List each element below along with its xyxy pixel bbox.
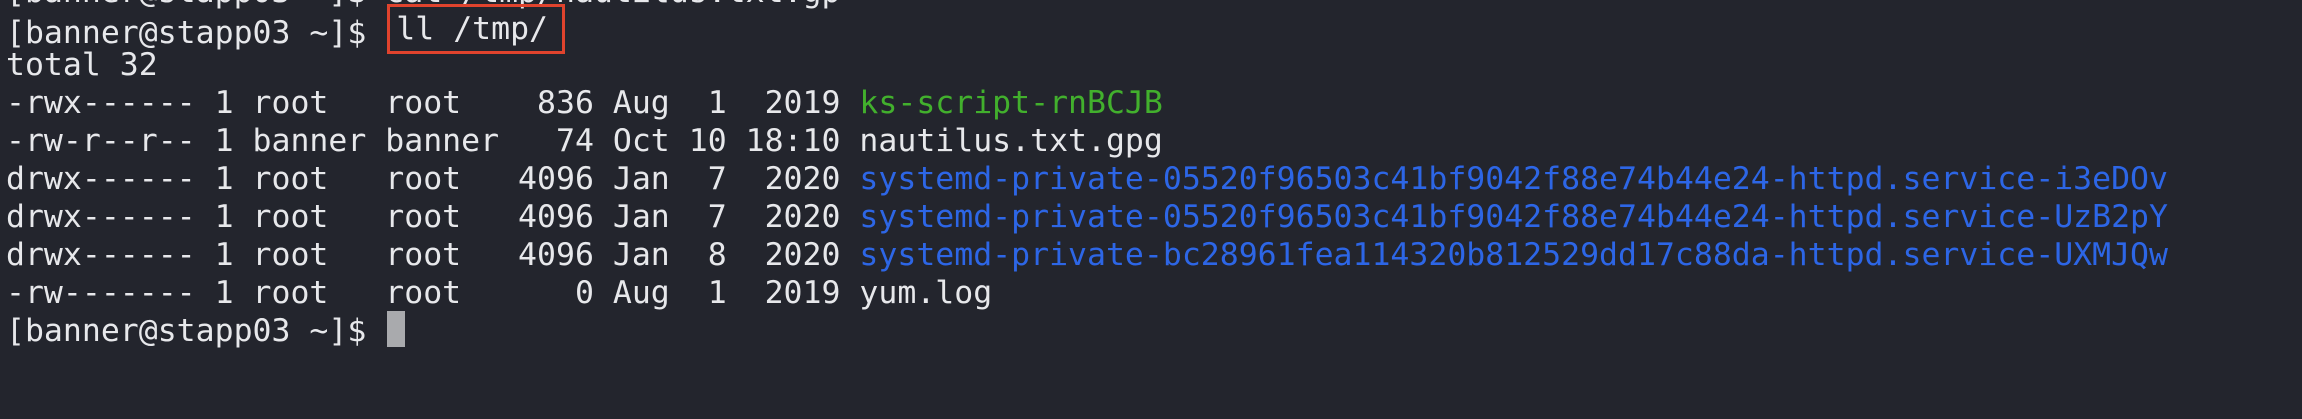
- file-name-directory: systemd-private-05520f96503c41bf9042f88e…: [859, 161, 2168, 197]
- listing-row: -rw-r--r-- 1 banner banner 74 Oct 10 18:…: [6, 122, 1163, 160]
- listing-row: drwx------ 1 root root 4096 Jan 7 2020 s…: [6, 198, 2168, 236]
- command-line: [banner@stapp03 ~]$ ll /tmp/: [6, 4, 566, 54]
- file-name: nautilus.txt.gpg: [859, 123, 1163, 159]
- file-name-directory: systemd-private-bc28961fea114320b812529d…: [859, 237, 2168, 273]
- listing-row: -rwx------ 1 root root 836 Aug 1 2019 ks…: [6, 84, 1163, 122]
- terminal-window[interactable]: [banner@stapp03 ~]$ cat /tmp/nautilus.tx…: [0, 0, 2302, 419]
- text-cursor: [387, 311, 406, 347]
- file-name: yum.log: [859, 275, 993, 311]
- listing-row: -rw------- 1 root root 0 Aug 1 2019 yum.…: [6, 274, 992, 312]
- highlighted-command: ll /tmp/: [387, 4, 566, 54]
- file-meta: drwx------ 1 root root 4096 Jan 8 2020: [6, 237, 860, 273]
- file-meta: -rw-r--r-- 1 banner banner 74 Oct 10 18:…: [6, 123, 860, 159]
- file-meta: drwx------ 1 root root 4096 Jan 7 2020: [6, 161, 860, 197]
- file-name-executable: ks-script-rnBCJB: [859, 85, 1163, 121]
- listing-row: drwx------ 1 root root 4096 Jan 7 2020 s…: [6, 160, 2168, 198]
- file-meta: -rw------- 1 root root 0 Aug 1 2019: [6, 275, 860, 311]
- shell-prompt: [banner@stapp03 ~]$: [6, 313, 386, 349]
- current-prompt-line[interactable]: [banner@stapp03 ~]$: [6, 311, 406, 350]
- file-meta: -rwx------ 1 root root 836 Aug 1 2019: [6, 85, 860, 121]
- listing-row: drwx------ 1 root root 4096 Jan 8 2020 s…: [6, 236, 2168, 274]
- file-meta: drwx------ 1 root root 4096 Jan 7 2020: [6, 199, 860, 235]
- listing-total: total 32: [6, 47, 158, 83]
- file-name-directory: systemd-private-05520f96503c41bf9042f88e…: [859, 199, 2168, 235]
